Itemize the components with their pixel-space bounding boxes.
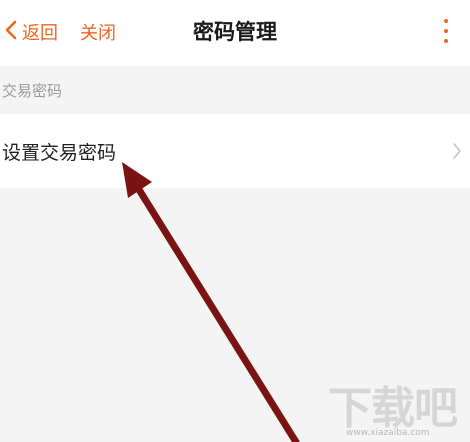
top-navigation-bar: 返回 关闭 密码管理: [0, 0, 470, 66]
close-button[interactable]: 关闭: [80, 14, 116, 50]
close-label: 关闭: [80, 23, 116, 44]
chevron-left-icon: [4, 20, 22, 45]
section-header: 交易密码: [0, 66, 470, 114]
back-label: 返回: [22, 23, 58, 44]
watermark-brand: 下载吧: [328, 383, 458, 434]
more-vertical-icon: [444, 19, 448, 23]
row-label: 设置交易密码: [2, 142, 117, 164]
section-label: 交易密码: [2, 82, 63, 100]
back-button[interactable]: 返回: [4, 14, 58, 50]
watermark-url: www.xiazaiba.com: [346, 428, 430, 438]
watermark: 下载吧 www.xiazaiba.com: [328, 372, 464, 438]
page-title: 密码管理: [193, 20, 277, 44]
set-trade-password-row[interactable]: 设置交易密码: [0, 114, 470, 188]
chevron-right-icon: [452, 142, 462, 164]
more-options-button[interactable]: [436, 16, 456, 46]
